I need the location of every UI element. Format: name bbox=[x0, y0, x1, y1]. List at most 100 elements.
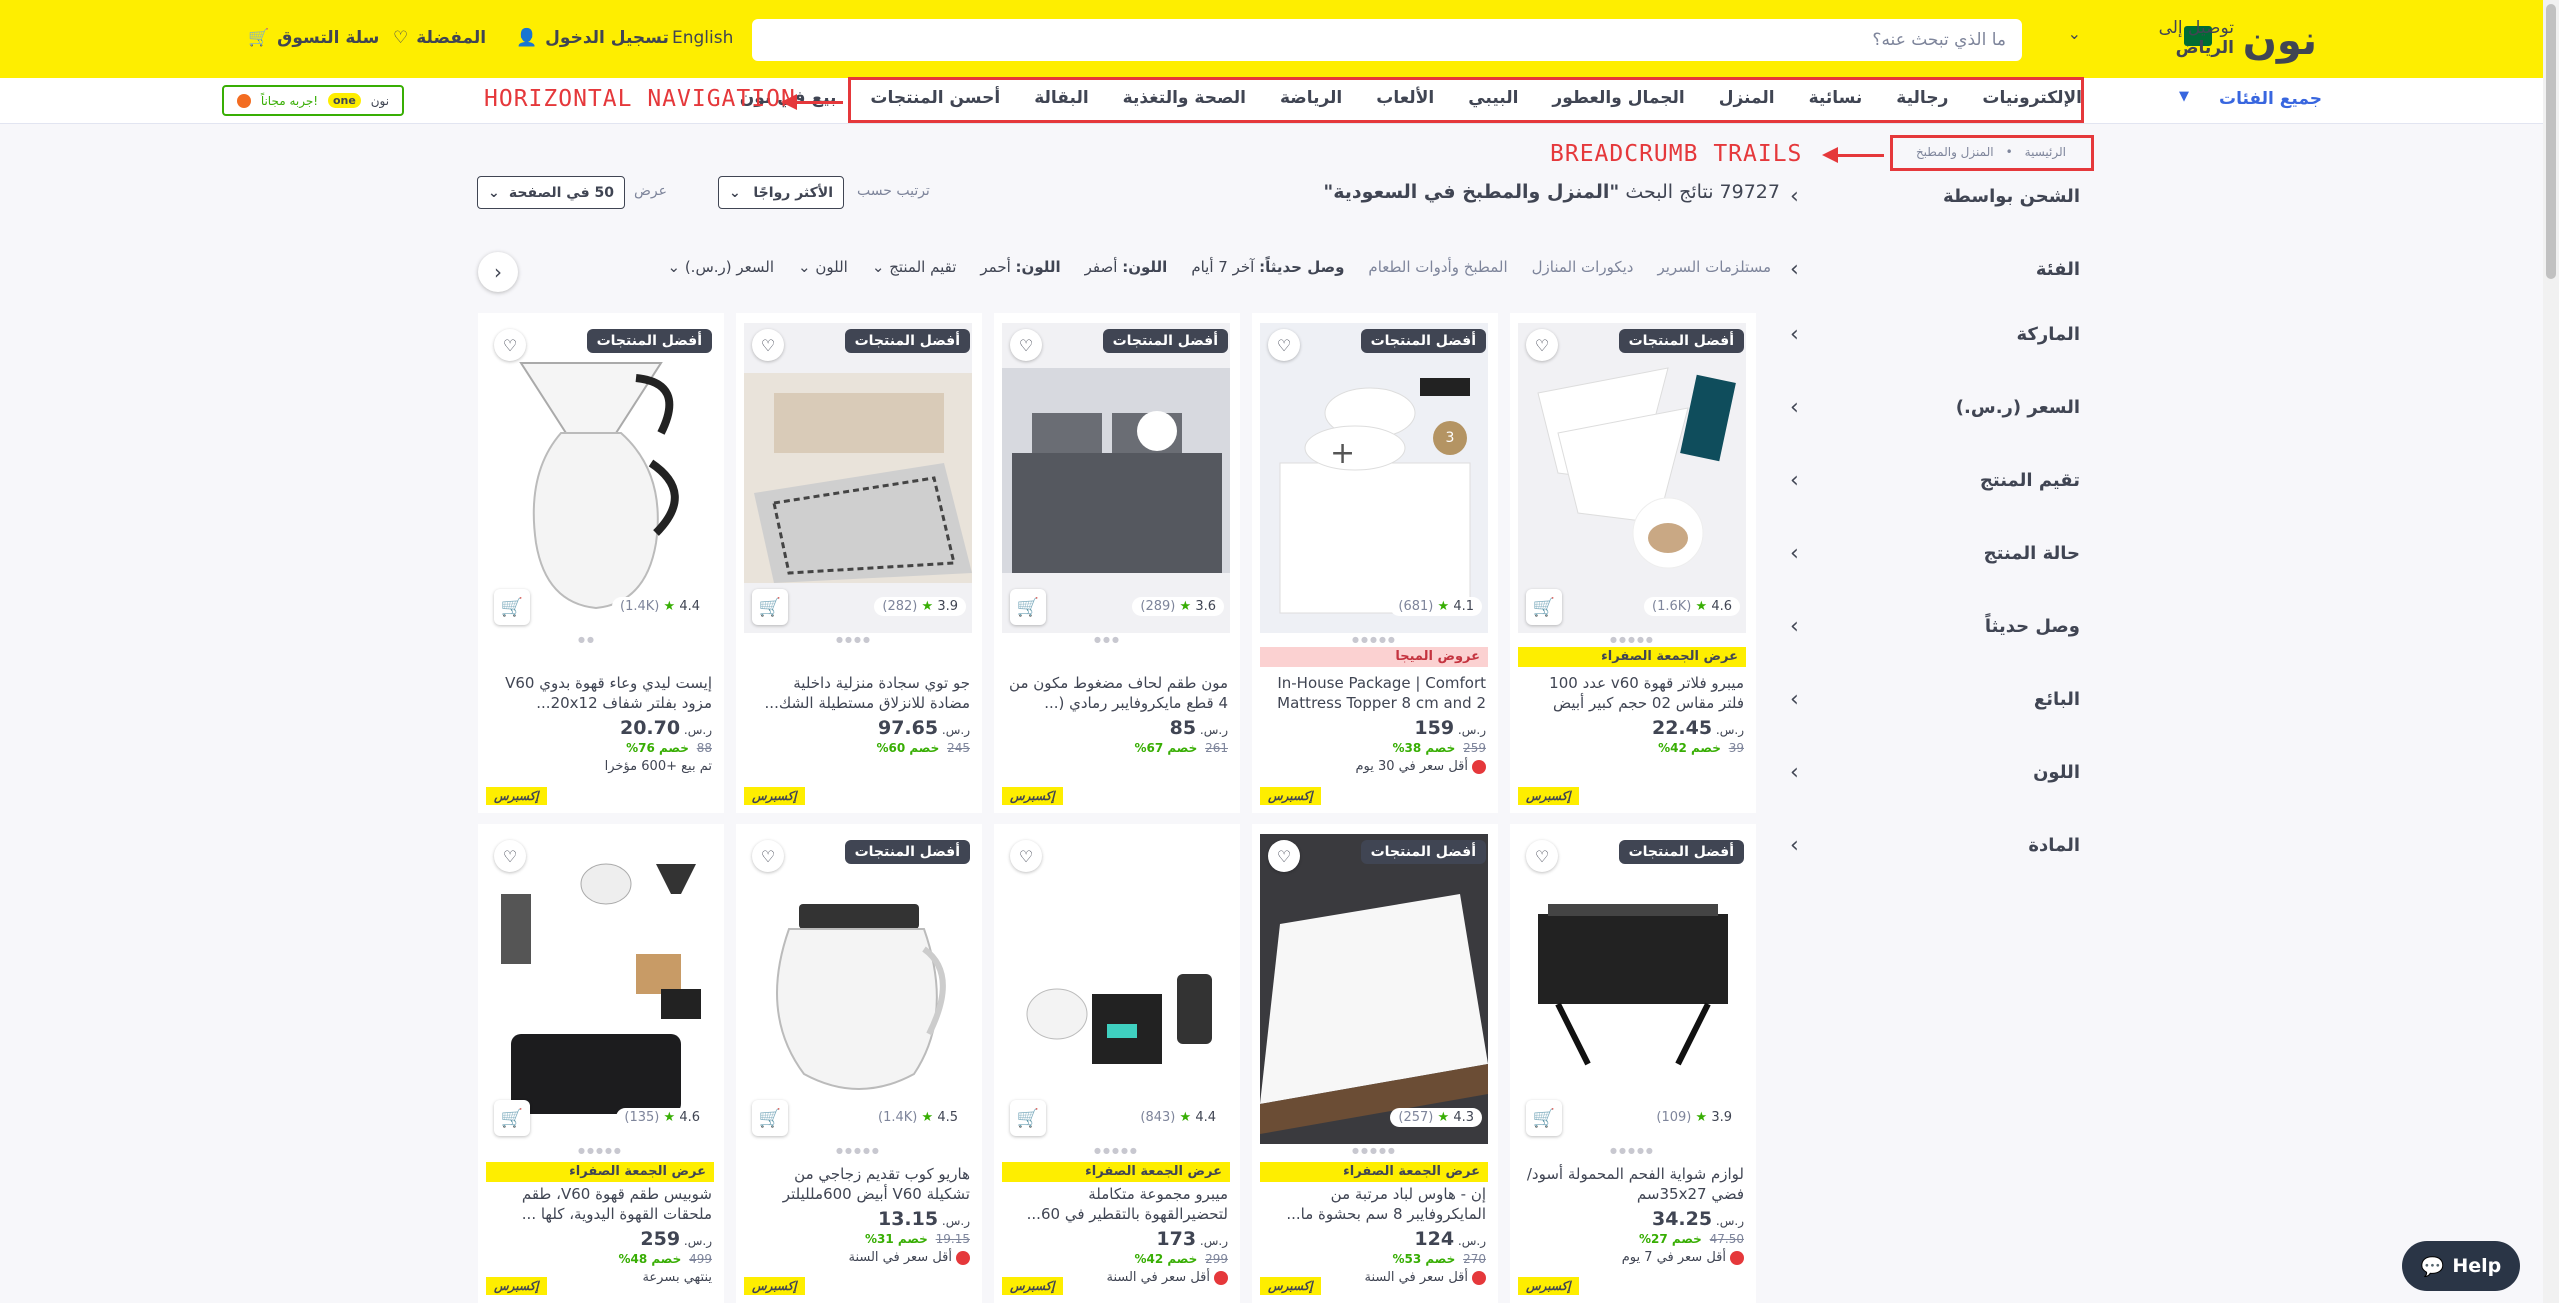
product-title[interactable]: ميبرو مجموعة متكاملة لتحضيرالقهوة بالتقط… bbox=[1008, 1184, 1228, 1224]
chip-color[interactable]: اللون ⌄ bbox=[798, 258, 848, 276]
wishlist-heart-icon[interactable]: ♡ bbox=[1526, 840, 1558, 872]
product-card[interactable]: 3 + أفضل المنتجات ♡ 4.1 ★ (681) ●●●●● عر… bbox=[1252, 313, 1498, 813]
wishlist-heart-icon[interactable]: ♡ bbox=[1010, 329, 1042, 361]
wishlist-heart-icon[interactable]: ♡ bbox=[1526, 329, 1558, 361]
filter-shipping[interactable]: ‹ الشحن بواسطة bbox=[1790, 176, 2080, 216]
add-to-cart-icon[interactable]: 🛒 bbox=[752, 589, 788, 625]
product-title[interactable]: إن - هاوس لباد مرتبة من المايكروفايبر 8 … bbox=[1266, 1184, 1486, 1224]
product-title[interactable]: مون طقم لحاف مضغوط مكون من 4 قطع مايكروف… bbox=[1008, 673, 1228, 713]
product-title[interactable]: In-House Package | Comfort Mattress Topp… bbox=[1266, 673, 1486, 713]
product-image[interactable] bbox=[486, 323, 714, 633]
sort-select[interactable]: الأكثر رواجًا ⌄ bbox=[718, 176, 844, 209]
chip-price[interactable]: السعر (ر.س.) ⌄ bbox=[667, 258, 774, 276]
product-image[interactable] bbox=[1518, 834, 1746, 1144]
offer-tag: عرض الجمعة الصفراء bbox=[1002, 1162, 1230, 1182]
favorites-link[interactable]: ♡ المفضلة bbox=[393, 28, 486, 48]
product-title[interactable]: شوبيس طقم قهوة V60، طقم ملحقات القهوة ال… bbox=[492, 1184, 712, 1224]
search-input[interactable] bbox=[752, 19, 2022, 61]
wishlist-heart-icon[interactable]: ♡ bbox=[494, 840, 526, 872]
page-scrollbar[interactable] bbox=[2543, 0, 2559, 1303]
wishlist-heart-icon[interactable]: ♡ bbox=[1268, 329, 1300, 361]
chip-color-yellow[interactable]: اللون: أصفر bbox=[1085, 258, 1168, 276]
chip-rating[interactable]: تقيم المنتج ⌄ bbox=[872, 258, 957, 276]
add-to-cart-icon[interactable]: 🛒 bbox=[1010, 1100, 1046, 1136]
product-image[interactable] bbox=[1002, 323, 1230, 633]
wishlist-heart-icon[interactable]: ♡ bbox=[752, 329, 784, 361]
carousel-dots: ●●●●● bbox=[1094, 1146, 1139, 1155]
scrollbar-thumb[interactable] bbox=[2546, 4, 2556, 279]
login-link[interactable]: 👤 تسجيل الدخول bbox=[516, 28, 669, 48]
product-image[interactable] bbox=[1260, 834, 1488, 1144]
product-card[interactable]: أفضل المنتجات ♡ 🛒 4.6 ★ (1.6K) ●●●●● عرض… bbox=[1510, 313, 1756, 813]
product-card[interactable]: أفضل المنتجات ♡ 🛒 3.6 ★ (289) ●●● مون طق… bbox=[994, 313, 1240, 813]
product-image[interactable] bbox=[486, 834, 714, 1144]
product-title[interactable]: إيست ليدي وعاء قهوة بدوي V60 مزود بفلتر … bbox=[492, 673, 712, 713]
product-image[interactable] bbox=[1518, 323, 1746, 633]
product-title[interactable]: ميبرو فلاتر قهوة v60 عدد 100 فلتر مقاس 0… bbox=[1524, 673, 1744, 713]
filter-new-arrivals[interactable]: ‹ وصل حديثاً bbox=[1790, 606, 2080, 646]
filter-color[interactable]: ‹ اللون bbox=[1790, 752, 2080, 792]
all-categories-button[interactable]: جميع الفئات ▼ bbox=[2179, 89, 2322, 109]
product-card[interactable]: أفضل المنتجات ♡ 🛒 4.4 ★ (1.4K) ●● إيست ل… bbox=[478, 313, 724, 813]
add-to-cart-icon[interactable]: 🛒 bbox=[1526, 589, 1562, 625]
wishlist-heart-icon[interactable]: ♡ bbox=[1010, 840, 1042, 872]
product-title[interactable]: لوازم شواية الفحم المحمولة أسود/فضي 35x2… bbox=[1524, 1164, 1744, 1204]
filter-material[interactable]: ‹ المادة bbox=[1790, 825, 2080, 865]
filter-rating[interactable]: ‹ تقيم المنتج bbox=[1790, 460, 2080, 500]
product-card[interactable]: أفضل المنتجات ♡ 🛒 3.9 ★ (282) ●●●● جو تو… bbox=[736, 313, 982, 813]
rating-value: 4.6 bbox=[679, 1110, 700, 1125]
arrow-down-icon bbox=[1472, 759, 1486, 774]
price-note: أقل سعر في 30 يوم bbox=[1355, 759, 1486, 774]
product-card[interactable]: ♡ 🛒 4.4 ★ (843) ●●●●● عرض الجمعة الصفراء… bbox=[994, 824, 1240, 1303]
product-card[interactable]: أفضل المنتجات ♡ 4.3 ★ (257) ●●●●● عرض ال… bbox=[1252, 824, 1498, 1303]
per-page-select[interactable]: 50 في الصفحة ⌄ bbox=[477, 176, 625, 209]
noon-logo[interactable]: نون bbox=[2243, 18, 2317, 64]
product-image[interactable] bbox=[744, 323, 972, 633]
chevron-down-icon[interactable]: ⌄ bbox=[2068, 24, 2081, 43]
filter-condition[interactable]: ‹ حالة المنتج bbox=[1790, 533, 2080, 573]
discount-percent: خصم 60% bbox=[876, 741, 940, 755]
product-card[interactable]: أفضل المنتجات ♡ 🛒 3.9 ★ (109) ●●●●● لواز… bbox=[1510, 824, 1756, 1303]
add-to-cart-icon[interactable]: 🛒 bbox=[1010, 589, 1046, 625]
note-text: أقل سعر في 7 يوم bbox=[1621, 1250, 1726, 1265]
language-link[interactable]: English bbox=[672, 28, 733, 48]
chip-value: آخر 7 أيام bbox=[1191, 258, 1255, 276]
chip-kitchen[interactable]: المطبخ وأدوات الطعام bbox=[1368, 258, 1507, 276]
product-image[interactable] bbox=[1002, 834, 1230, 1144]
filter-seller[interactable]: ‹ البائع bbox=[1790, 679, 2080, 719]
price-note: تم بيع +600 مؤخرا bbox=[605, 759, 712, 774]
chip-new-arrivals[interactable]: وصل حديثاً: آخر 7 أيام bbox=[1191, 258, 1344, 276]
product-image[interactable] bbox=[744, 834, 972, 1144]
filter-price[interactable]: ‹ السعر (ر.س.) bbox=[1790, 387, 2080, 427]
chip-color-red[interactable]: اللون: أحمر bbox=[980, 258, 1060, 276]
noon-one-promo[interactable]: جربه مجاناً! one نون bbox=[222, 85, 404, 116]
product-image[interactable]: 3 + bbox=[1260, 323, 1488, 633]
product-card[interactable]: ♡ 🛒 4.6 ★ (135) ●●●●● عرض الجمعة الصفراء… bbox=[478, 824, 724, 1303]
product-card[interactable]: أفضل المنتجات ♡ 🛒 4.5 ★ (1.4K) ●●●●● هار… bbox=[736, 824, 982, 1303]
add-to-cart-icon[interactable]: 🛒 bbox=[494, 1100, 530, 1136]
help-button[interactable]: 💬 Help bbox=[2402, 1241, 2520, 1291]
nav-highlight-box bbox=[848, 77, 2084, 123]
wishlist-heart-icon[interactable]: ♡ bbox=[1268, 840, 1300, 872]
old-price: 245 bbox=[947, 741, 970, 755]
add-to-cart-icon[interactable]: 🛒 bbox=[752, 1100, 788, 1136]
rating-value: 4.6 bbox=[1711, 599, 1732, 614]
price: ر.س. 124 bbox=[1414, 1228, 1486, 1250]
chevron-right-icon[interactable]: › bbox=[478, 252, 518, 292]
add-to-cart-icon[interactable]: 🛒 bbox=[1526, 1100, 1562, 1136]
chip-bedding[interactable]: مستلزمات السرير bbox=[1657, 258, 1771, 276]
deliver-to[interactable]: توصيل إلى الرياض bbox=[2159, 18, 2234, 58]
chip-decor[interactable]: ديكورات المنازل bbox=[1532, 258, 1634, 276]
product-title[interactable]: هاريو كوب تقديم زجاجي من تشكيلة V60 أبيض… bbox=[750, 1164, 970, 1204]
wishlist-heart-icon[interactable]: ♡ bbox=[752, 840, 784, 872]
breadcrumb-current[interactable]: المنزل والمطبخ bbox=[1916, 145, 1994, 159]
star-icon: ★ bbox=[921, 599, 934, 614]
breadcrumb-home[interactable]: الرئيسية bbox=[2025, 145, 2066, 159]
cart-link[interactable]: 🛒 سلة التسوق bbox=[248, 28, 379, 48]
product-title[interactable]: جو توي سجادة منزلية داخلية مضادة للانزلا… bbox=[750, 673, 970, 713]
add-to-cart-icon[interactable]: 🛒 bbox=[494, 589, 530, 625]
filter-category[interactable]: ‹ الفئة bbox=[1790, 249, 2080, 289]
filter-brand[interactable]: ‹ الماركة bbox=[1790, 314, 2080, 354]
wishlist-heart-icon[interactable]: ♡ bbox=[494, 329, 526, 361]
favorites-label: المفضلة bbox=[416, 28, 487, 48]
